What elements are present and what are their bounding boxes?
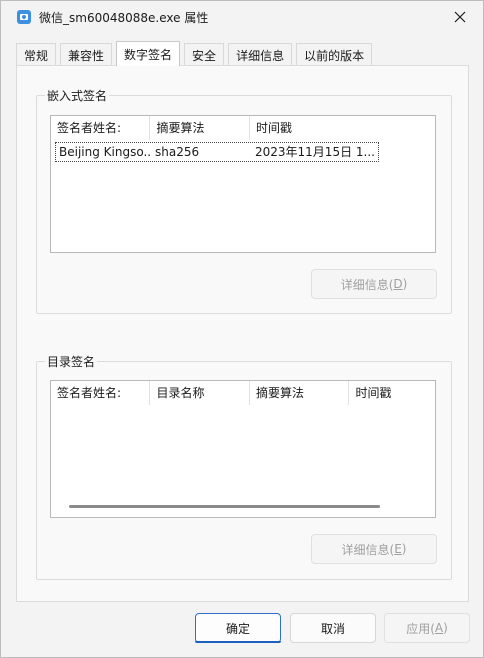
row-algorithm: sha256 xyxy=(155,145,200,159)
column-signer[interactable]: 签名者姓名: xyxy=(51,381,151,405)
close-icon xyxy=(454,11,466,23)
embedded-details-button[interactable]: 详细信息(D) xyxy=(311,269,437,299)
horizontal-scrollbar[interactable] xyxy=(51,503,435,509)
apply-label: 应用( xyxy=(406,621,435,636)
properties-window: 微信_sm60048088e.exe 属性 常规 兼容性 数字签名 安全 详细信… xyxy=(0,0,484,658)
tab-strip: 常规 兼容性 数字签名 安全 详细信息 以前的版本 xyxy=(16,41,376,66)
tab-general[interactable]: 常规 xyxy=(16,43,57,66)
scrollbar-thumb[interactable] xyxy=(69,505,380,508)
column-digest-algorithm[interactable]: 摘要算法 xyxy=(150,116,250,140)
tab-digital-signatures[interactable]: 数字签名 xyxy=(116,41,181,66)
details-label: 详细信息( xyxy=(341,542,395,557)
details-label: 详细信息( xyxy=(340,277,394,292)
wechat-app-icon xyxy=(17,10,31,24)
catalog-signature-label: 目录签名 xyxy=(45,353,98,370)
tab-details[interactable]: 详细信息 xyxy=(228,43,293,66)
column-digest-algorithm[interactable]: 摘要算法 xyxy=(250,381,350,405)
apply-accesskey: A xyxy=(434,621,444,635)
tab-previous-versions[interactable]: 以前的版本 xyxy=(296,43,373,66)
title-bar[interactable]: 微信_sm60048088e.exe 属性 xyxy=(1,1,483,33)
ok-button[interactable]: 确定 xyxy=(195,613,281,643)
catalog-signature-list[interactable]: 签名者姓名: 目录名称 摘要算法 时间戳 xyxy=(50,380,436,518)
tab-compatibility[interactable]: 兼容性 xyxy=(60,43,113,66)
column-catalog-name[interactable]: 目录名称 xyxy=(150,381,250,405)
tab-security[interactable]: 安全 xyxy=(184,43,225,66)
details-accesskey: E xyxy=(394,542,402,556)
cancel-button[interactable]: 取消 xyxy=(290,613,376,643)
row-timestamp: 2023年11月15日 1... xyxy=(255,145,375,159)
apply-label-close: ) xyxy=(443,621,448,635)
table-row[interactable]: Beijing Kingso... sha256 2023年11月15日 1..… xyxy=(55,142,379,162)
details-accesskey: D xyxy=(393,277,403,291)
embedded-signature-label: 嵌入式签名 xyxy=(45,87,110,104)
list-header: 签名者姓名: 目录名称 摘要算法 时间戳 xyxy=(51,381,435,405)
details-label-close: ) xyxy=(401,542,407,556)
column-timestamp[interactable]: 时间戳 xyxy=(250,116,435,140)
tab-panel: 嵌入式签名 签名者姓名: 摘要算法 时间戳 Beijing Kingso... … xyxy=(16,65,469,602)
close-button[interactable] xyxy=(447,5,473,29)
window-title: 微信_sm60048088e.exe 属性 xyxy=(39,11,209,25)
list-header: 签名者姓名: 摘要算法 时间戳 xyxy=(51,116,435,140)
catalog-signature-group: 目录签名 签名者姓名: 目录名称 摘要算法 时间戳 详细信息(E) xyxy=(36,353,452,580)
row-signer: Beijing Kingso... xyxy=(59,145,152,159)
column-timestamp[interactable]: 时间戳 xyxy=(349,381,435,405)
apply-button[interactable]: 应用(A) xyxy=(384,613,470,643)
details-label-close: ) xyxy=(402,277,408,291)
column-signer[interactable]: 签名者姓名: xyxy=(51,116,151,140)
catalog-details-button[interactable]: 详细信息(E) xyxy=(311,534,437,564)
embedded-signature-list[interactable]: 签名者姓名: 摘要算法 时间戳 Beijing Kingso... sha256… xyxy=(50,115,436,253)
embedded-signature-group: 嵌入式签名 签名者姓名: 摘要算法 时间戳 Beijing Kingso... … xyxy=(36,87,452,314)
